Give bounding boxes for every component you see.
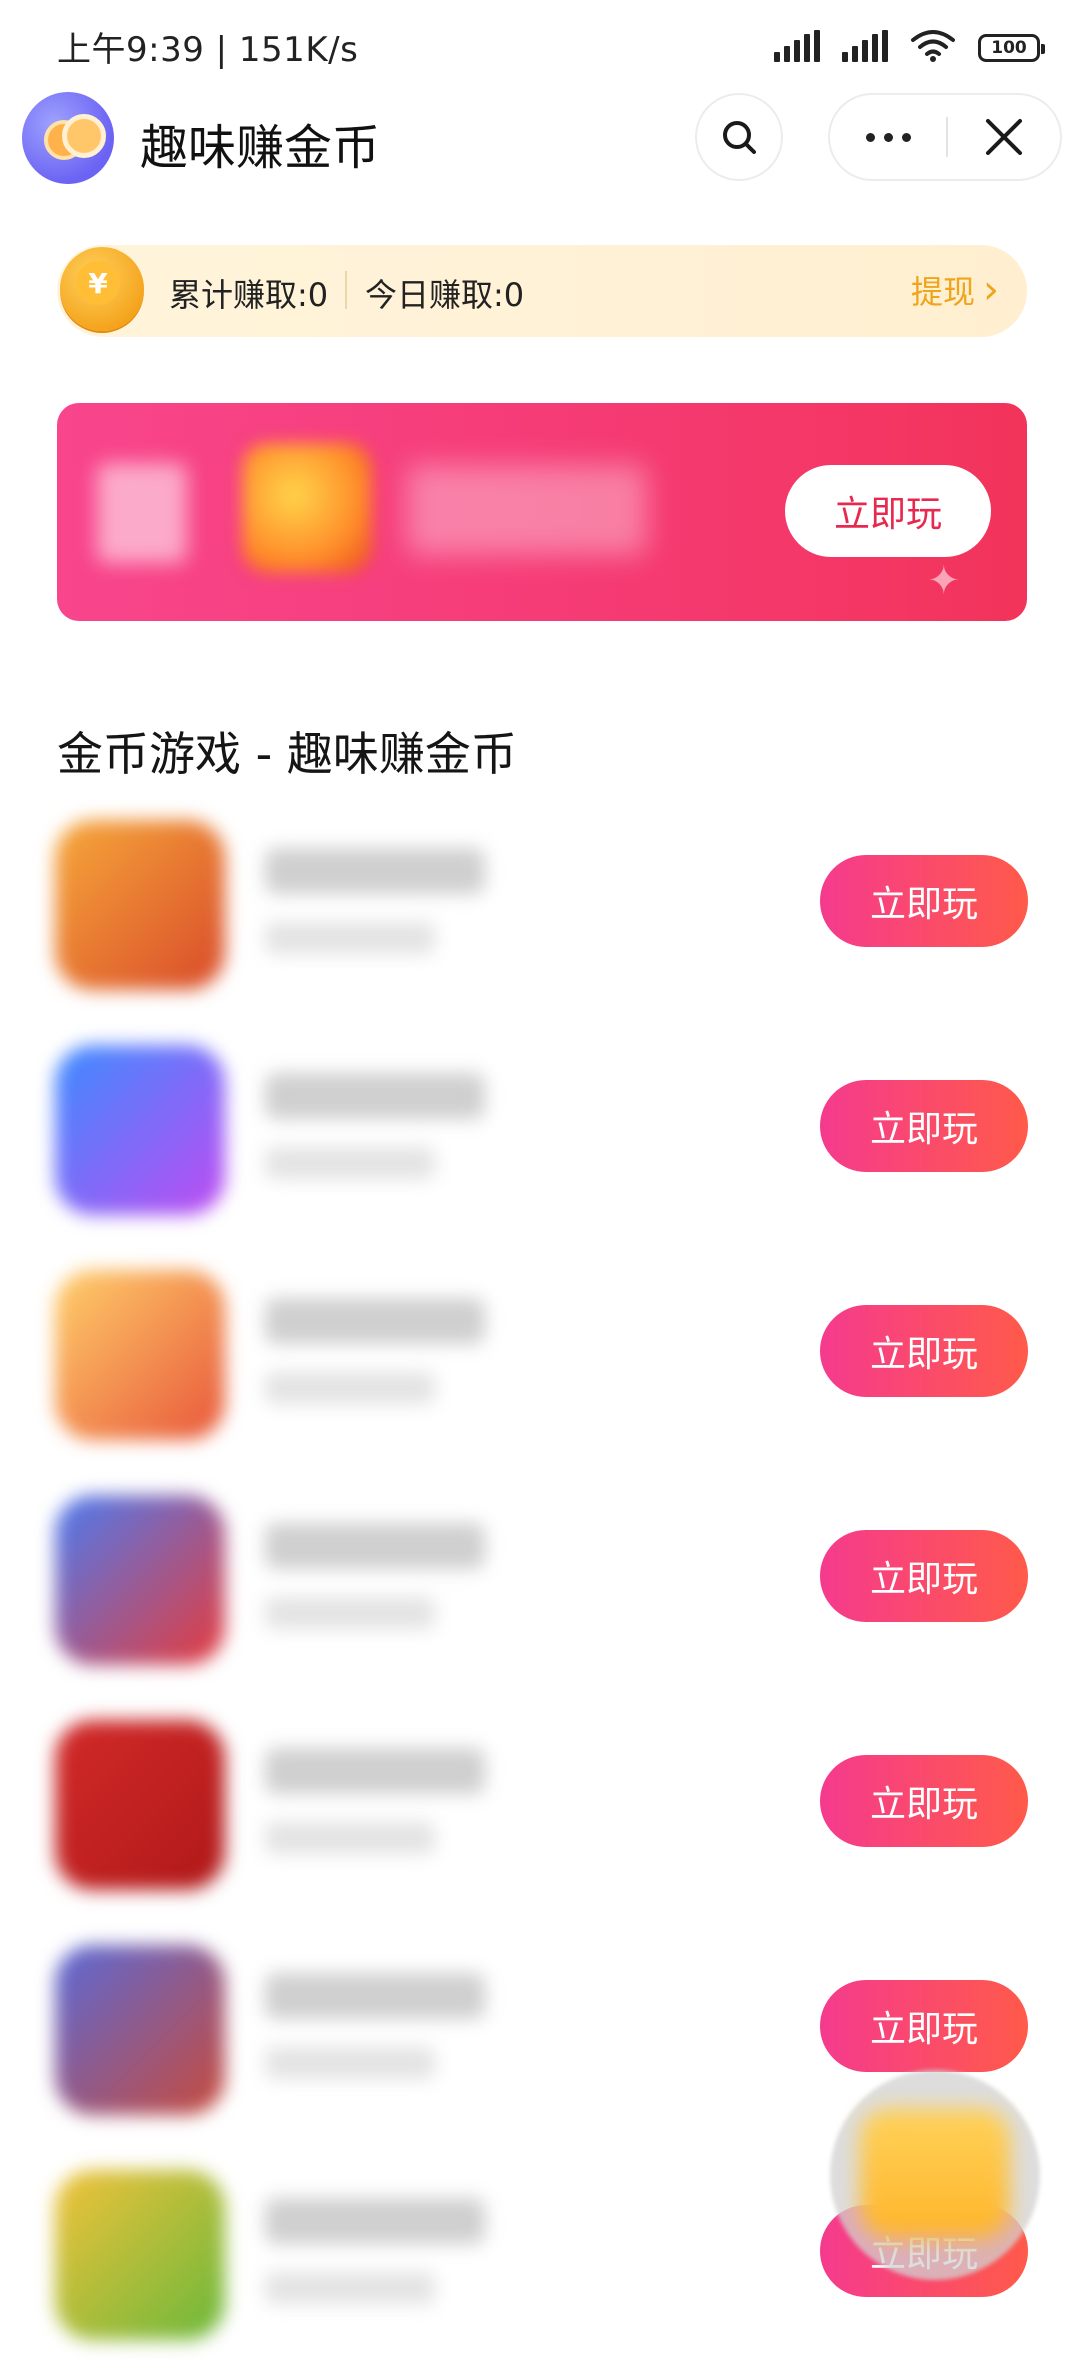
game-desc-blurred [265,922,435,954]
floating-reward-button[interactable] [830,2070,1040,2280]
app-logo-icon [22,92,114,184]
game-desc-blurred [265,2272,435,2304]
game-row[interactable]: 立即玩 [0,1035,1080,1235]
game-icon [55,1495,225,1665]
section-title: 金币游戏 - 趣味赚金币 [57,727,517,781]
more-dots-icon [865,132,875,142]
search-button[interactable] [695,93,783,181]
status-icons: 100 [774,28,1045,62]
total-earned: 累计赚取:0 [169,276,329,314]
chevron-right-icon: › [983,267,999,313]
game-name-blurred [265,1073,485,1119]
gift-icon [860,2108,1010,2238]
earnings-divider [345,271,347,309]
game-icon [55,1045,225,1215]
game-desc-blurred [265,1822,435,1854]
more-button[interactable] [830,95,946,179]
play-button[interactable]: 立即玩 [820,1980,1028,2072]
game-row[interactable]: 立即玩 [0,810,1080,1010]
game-icon [55,2170,225,2340]
close-button[interactable] [948,95,1060,179]
page-title: 趣味赚金币 [140,120,381,176]
today-earned: 今日赚取:0 [365,276,525,314]
search-icon [723,121,756,154]
play-button[interactable]: 立即玩 [820,1755,1028,1847]
game-name-blurred [265,848,485,894]
game-name-blurred [265,1298,485,1344]
mini-program-capsule [828,93,1062,181]
banner-play-button[interactable]: 立即玩 [785,465,991,557]
app-header: 趣味赚金币 [0,90,1080,220]
coin-icon: ¥ [60,247,144,331]
game-name-blurred [265,1973,485,2019]
banner-game-icon [242,443,372,573]
sparkle-icon: ✦ [927,558,961,604]
game-icon [55,820,225,990]
status-bar: 上午9:39 | 151K/s 100 [0,0,1080,90]
game-row[interactable]: 立即玩 [0,1485,1080,1685]
play-button[interactable]: 立即玩 [820,1305,1028,1397]
game-desc-blurred [265,1372,435,1404]
game-name-blurred [265,2198,485,2244]
play-button[interactable]: 立即玩 [820,855,1028,947]
game-desc-blurred [265,1597,435,1629]
game-row[interactable]: 立即玩 [0,1260,1080,1460]
play-button[interactable]: 立即玩 [820,1530,1028,1622]
featured-game-banner[interactable]: 立即玩 ✦ [57,403,1027,621]
banner-blurred-text [97,463,187,563]
game-desc-blurred [265,1147,435,1179]
game-icon [55,1720,225,1890]
signal-icon-1 [774,30,820,62]
banner-blurred-title [407,465,647,555]
withdraw-label: 提现 [910,273,975,311]
earnings-bar: ¥ 累计赚取:0 今日赚取:0 提现 › [57,245,1027,337]
game-name-blurred [265,1748,485,1794]
battery-icon: 100 [978,34,1045,62]
signal-icon-2 [842,30,888,62]
withdraw-link[interactable]: 提现 › [911,267,999,313]
wifi-icon [910,28,956,62]
close-icon [986,119,1022,155]
game-name-blurred [265,1523,485,1569]
game-icon [55,1270,225,1440]
game-desc-blurred [265,2047,435,2079]
game-icon [55,1945,225,2115]
play-button[interactable]: 立即玩 [820,1080,1028,1172]
status-time: 上午9:39 | 151K/s [57,30,359,70]
game-row[interactable]: 立即玩 [0,1710,1080,1910]
